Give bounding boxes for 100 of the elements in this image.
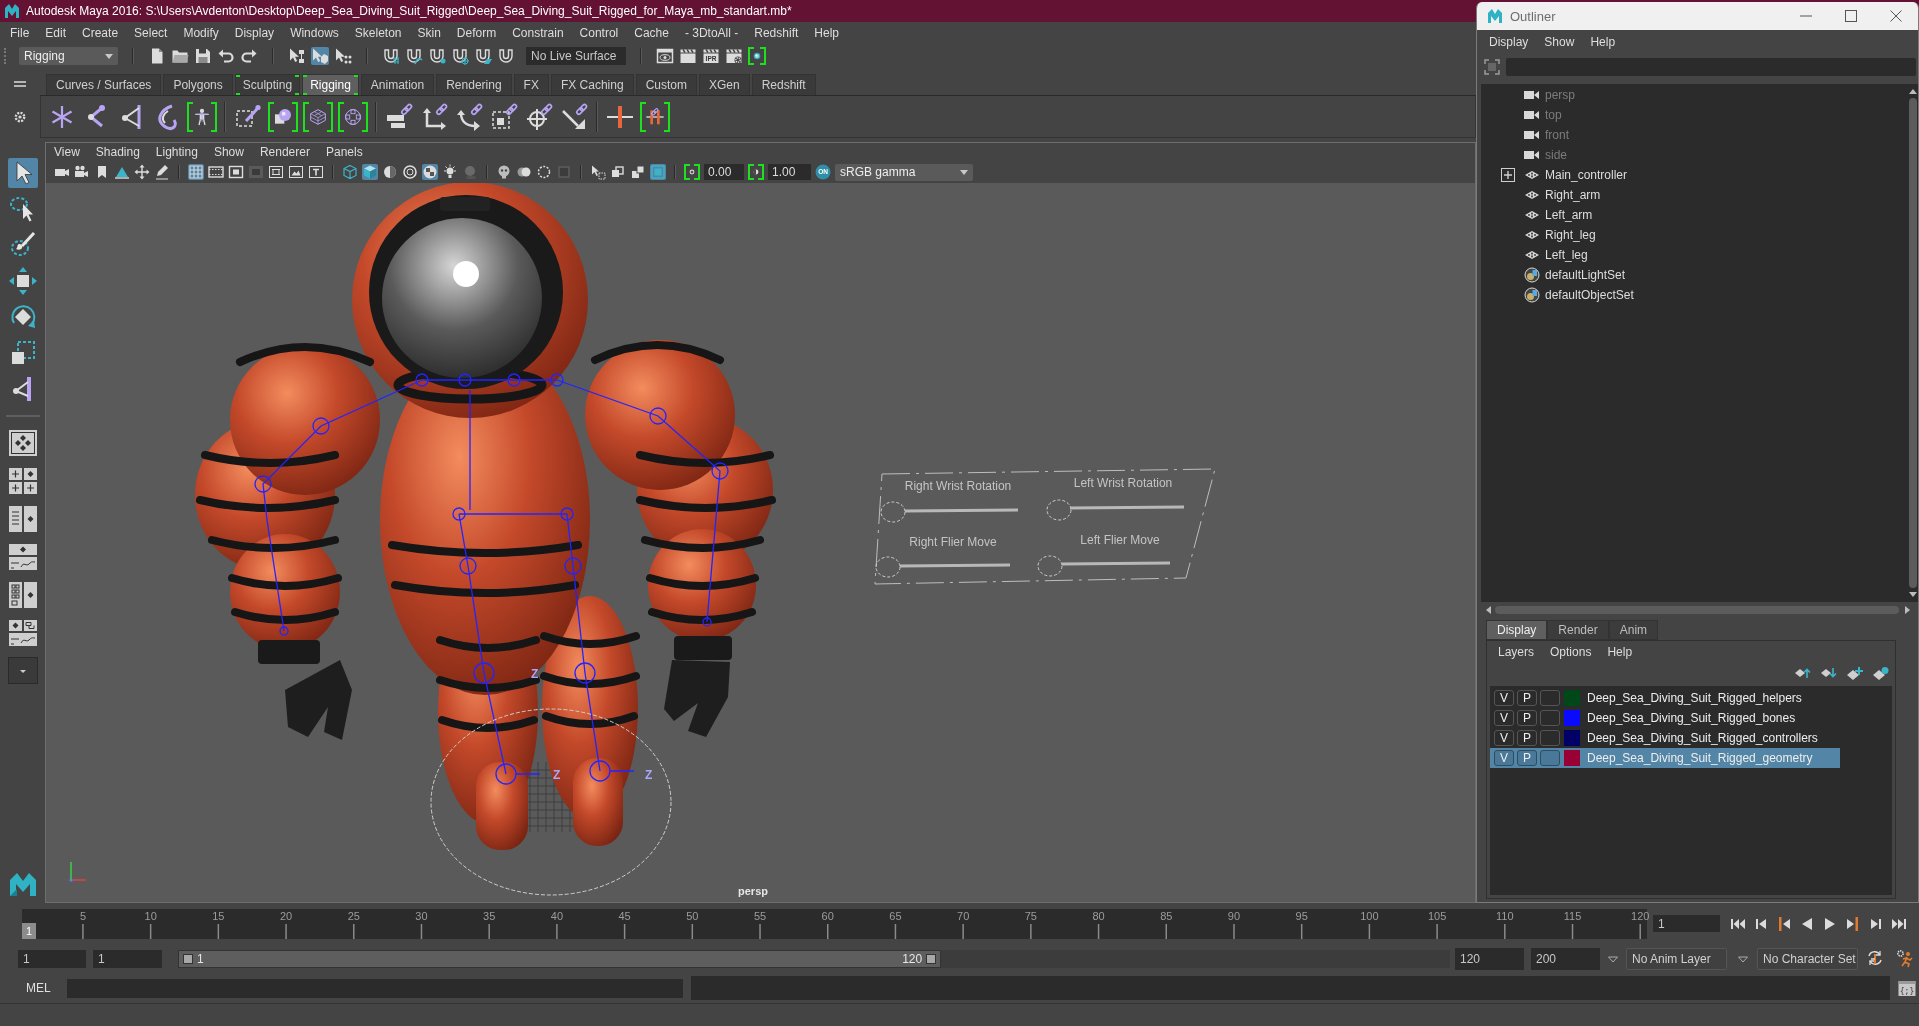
range-slider[interactable]: 1 120 bbox=[178, 949, 1450, 968]
menu-item[interactable]: Select bbox=[126, 26, 176, 40]
shelf-tab[interactable]: Custom bbox=[635, 74, 697, 95]
layer-tab[interactable]: Anim bbox=[1608, 620, 1659, 640]
playback-toggle[interactable]: P bbox=[1517, 690, 1537, 706]
checker-sphere-icon[interactable] bbox=[422, 164, 438, 180]
shelf-tab[interactable]: FX Caching bbox=[550, 74, 634, 95]
diamond-plus-icon[interactable] bbox=[1846, 666, 1863, 680]
script-editor-icon[interactable]: {;} bbox=[1897, 979, 1916, 997]
slider-handle-icon[interactable] bbox=[183, 953, 193, 964]
shelf-tab[interactable]: Curves / Surfaces bbox=[46, 74, 162, 95]
outliner-item[interactable]: Right_leg bbox=[1501, 225, 1596, 245]
shelf-tab[interactable]: Sculpting bbox=[234, 74, 301, 95]
settings-icon[interactable] bbox=[13, 110, 27, 124]
display-type-toggle[interactable] bbox=[1540, 750, 1560, 766]
skull-icon[interactable] bbox=[496, 164, 512, 180]
t-frame-icon[interactable] bbox=[308, 164, 324, 180]
menu-item[interactable]: View bbox=[46, 145, 88, 159]
ring-icon[interactable] bbox=[402, 164, 418, 180]
bar-step-forward-icon[interactable] bbox=[1845, 915, 1861, 932]
diamond-down-arrow-icon[interactable] bbox=[1820, 666, 1837, 680]
circular-arrows-icon[interactable] bbox=[1866, 949, 1884, 968]
timeline-track[interactable]: 5 10 15 20 25 30 35 40 45 50 55 60 65 70 75 80 85 90 95 100 105 110 115 120 1 bbox=[22, 908, 1647, 939]
menu-item[interactable]: Constrain bbox=[504, 26, 572, 40]
exposure-field[interactable]: 0.00 bbox=[704, 164, 744, 180]
framed-square-icon[interactable] bbox=[228, 164, 244, 180]
curved-arrow-link-icon[interactable] bbox=[454, 101, 484, 132]
layer-tab[interactable]: Display bbox=[1486, 620, 1548, 640]
menu-item[interactable]: Show bbox=[205, 145, 252, 159]
layer-tab[interactable]: Render bbox=[1547, 620, 1609, 640]
redo-icon[interactable] bbox=[240, 47, 258, 65]
maximize-icon[interactable] bbox=[1845, 10, 1857, 22]
pencil-icon[interactable] bbox=[154, 164, 170, 180]
menu-item[interactable]: Create bbox=[74, 26, 127, 40]
outliner-item[interactable]: Left_leg bbox=[1501, 245, 1588, 265]
move-arrows-icon[interactable] bbox=[134, 164, 150, 180]
three-pane-layout-icon[interactable] bbox=[7, 619, 38, 647]
display-type-toggle[interactable] bbox=[1540, 710, 1560, 726]
overlapping-squares-icon[interactable] bbox=[610, 164, 626, 180]
two-pane-layout-icon[interactable] bbox=[7, 505, 38, 533]
outliner-item[interactable]: defaultObjectSet bbox=[1501, 285, 1634, 305]
visibility-toggle[interactable]: V bbox=[1494, 690, 1514, 706]
menu-item[interactable]: Display bbox=[226, 26, 283, 40]
start-frame-field[interactable]: 1 bbox=[18, 949, 86, 968]
menu-item[interactable]: Modify bbox=[175, 26, 227, 40]
filter-field[interactable] bbox=[1506, 58, 1916, 76]
playback-toggle[interactable]: P bbox=[1517, 710, 1537, 726]
layer-color-swatch[interactable] bbox=[1564, 750, 1580, 766]
current-frame-field[interactable]: 1 bbox=[1653, 915, 1720, 932]
layer-row[interactable]: V P Deep_Sea_Diving_Suit_Rigged_geometry bbox=[1490, 748, 1840, 768]
layer-row[interactable]: V P Deep_Sea_Diving_Suit_Rigged_helpers bbox=[1490, 688, 1840, 708]
wireframe-cube-icon[interactable] bbox=[342, 164, 358, 180]
menu-item[interactable]: Edit bbox=[37, 26, 75, 40]
shelf-tab[interactable]: FX bbox=[513, 74, 549, 95]
menu-item[interactable]: File bbox=[2, 26, 38, 40]
arrow-cube-icon[interactable] bbox=[311, 47, 329, 65]
picture-frame-icon[interactable] bbox=[288, 164, 304, 180]
horizontal-scrollbar[interactable] bbox=[1485, 605, 1911, 615]
outliner-item[interactable]: Main_controller bbox=[1501, 165, 1628, 185]
film-strip-icon[interactable] bbox=[208, 164, 224, 180]
crosshair-link-icon[interactable] bbox=[524, 101, 554, 132]
expand-icon[interactable] bbox=[1501, 168, 1515, 182]
four-arrows-icon[interactable] bbox=[7, 266, 38, 296]
list-pane-layout-icon[interactable] bbox=[7, 581, 38, 609]
shelf-tab[interactable]: Rigging bbox=[302, 74, 359, 95]
outliner-item[interactable]: defaultLightSet bbox=[1501, 265, 1626, 285]
bar-step-back-icon[interactable] bbox=[1776, 915, 1792, 932]
playback-end-field[interactable]: 120 bbox=[1455, 947, 1524, 970]
menu-item[interactable]: Deform bbox=[448, 26, 505, 40]
shaded-cube-icon[interactable] bbox=[362, 164, 378, 180]
command-input-field[interactable] bbox=[66, 978, 683, 998]
menu-item[interactable]: Layers bbox=[1490, 645, 1543, 659]
dashed-square-link-icon[interactable] bbox=[489, 101, 519, 132]
magnet-icon[interactable] bbox=[497, 47, 515, 65]
clapperboard-gear-icon[interactable] bbox=[725, 47, 743, 65]
menu-item[interactable]: Windows bbox=[282, 26, 347, 40]
undo-icon[interactable] bbox=[217, 47, 235, 65]
caret-icon[interactable] bbox=[1607, 954, 1619, 963]
menu-item[interactable]: Skin bbox=[409, 26, 449, 40]
layer-color-swatch[interactable] bbox=[1564, 710, 1580, 726]
close-icon[interactable] bbox=[1890, 10, 1902, 22]
shelf-tab[interactable]: Rendering bbox=[436, 74, 512, 95]
menu-item[interactable]: Help bbox=[806, 26, 847, 40]
outliner-item[interactable]: side bbox=[1501, 145, 1567, 165]
arrow-boxes-icon[interactable] bbox=[288, 47, 306, 65]
shelf-tab[interactable]: Polygons bbox=[163, 74, 233, 95]
menu-item[interactable]: Shading bbox=[87, 145, 148, 159]
stacked-squares-icon[interactable] bbox=[630, 164, 646, 180]
slider-handle-icon[interactable] bbox=[926, 953, 937, 964]
layer-row[interactable]: V P Deep_Sea_Diving_Suit_Rigged_bones bbox=[1490, 708, 1840, 728]
playback-toggle[interactable]: P bbox=[1517, 730, 1537, 746]
arrow-dashed-square-icon[interactable] bbox=[590, 164, 606, 180]
outliner-item[interactable]: Left_arm bbox=[1501, 205, 1593, 225]
caret-icon[interactable] bbox=[104, 52, 114, 60]
anim-layer-dropdown[interactable]: No Anim Layer bbox=[1626, 947, 1727, 970]
display-type-toggle[interactable] bbox=[1540, 730, 1560, 746]
frame-lines-icon[interactable] bbox=[268, 164, 284, 180]
outliner-item[interactable]: Right_arm bbox=[1501, 185, 1601, 205]
menu-item[interactable]: Skeleton bbox=[346, 26, 410, 40]
viewport-canvas[interactable]: Z Z Z Right Wrist Rotation Left Wrist Rotation Right Flier Move Left Flier Move persp bbox=[46, 183, 1475, 902]
